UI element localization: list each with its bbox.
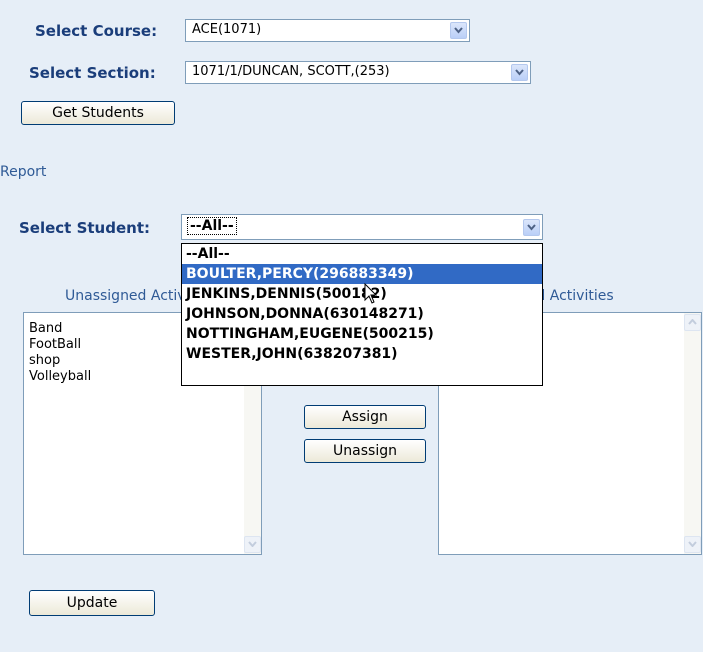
student-option[interactable]: JENKINS,DENNIS(500182) [182,284,542,304]
course-select-value: ACE(1071) [192,22,262,37]
student-option[interactable]: JOHNSON,DONNA(630148271) [182,304,542,324]
update-button[interactable]: Update [29,590,155,616]
chevron-down-icon[interactable] [450,22,467,39]
chevron-down-icon[interactable] [511,64,528,81]
course-label: Select Course: [35,22,158,40]
unassign-button[interactable]: Unassign [304,439,426,463]
student-dropdown-list[interactable]: --All-- BOULTER,PERCY(296883349) JENKINS… [181,243,543,386]
assigned-scrollbar[interactable] [684,313,701,554]
student-select[interactable]: --All-- [181,214,543,240]
section-select-value: 1071/1/DUNCAN, SCOTT,(253) [192,64,390,79]
section-select[interactable]: 1071/1/DUNCAN, SCOTT,(253) [185,61,531,84]
assign-button[interactable]: Assign [304,405,426,429]
student-option[interactable]: NOTTINGHAM,EUGENE(500215) [182,324,542,344]
scroll-up-icon[interactable] [684,314,701,331]
scroll-down-icon[interactable] [244,536,261,553]
section-label: Select Section: [29,64,156,82]
mouse-pointer-icon [364,283,378,304]
student-select-value: --All-- [187,217,237,235]
student-option-highlighted[interactable]: BOULTER,PERCY(296883349) [182,264,542,284]
scroll-down-icon[interactable] [684,536,701,553]
course-select[interactable]: ACE(1071) [185,19,470,42]
student-label: Select Student: [19,219,150,237]
get-students-button[interactable]: Get Students [21,101,175,125]
student-option[interactable]: WESTER,JOHN(638207381) [182,344,542,364]
chevron-down-icon[interactable] [523,219,540,236]
student-option[interactable]: --All-- [182,244,542,264]
report-link[interactable]: Report [0,164,46,180]
